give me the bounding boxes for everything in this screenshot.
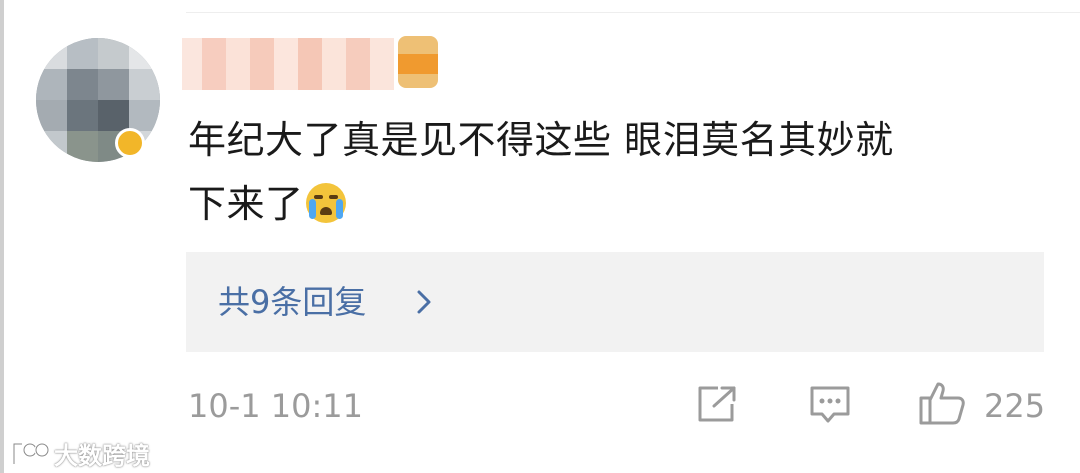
- avatar-mosaic-tile: [36, 38, 67, 69]
- comment-text-line-1: 年纪大了真是见不得这些 眼泪莫名其妙就: [188, 118, 894, 162]
- comment-text-line-2-text: 下来了: [188, 182, 304, 226]
- emoji-eye: [328, 195, 338, 199]
- username-mosaic: [298, 38, 322, 90]
- view-replies-button[interactable]: 共9条回复: [186, 252, 1044, 352]
- avatar-mosaic-tile: [67, 131, 98, 162]
- share-icon[interactable]: [694, 384, 738, 424]
- avatar-mosaic-tile: [98, 38, 129, 69]
- emoji-mouth: [319, 207, 332, 215]
- avatar-mosaic-tile: [129, 100, 160, 131]
- comment-timestamp: 10-1 10:11: [188, 387, 364, 425]
- avatar-mosaic-tile: [98, 69, 129, 100]
- username-mosaic: [274, 38, 298, 90]
- crying-face-emoji-icon: [305, 183, 346, 223]
- emoji-eye: [313, 195, 323, 199]
- watermark-text: 大数跨境: [54, 441, 150, 470]
- emoji-tear: [308, 199, 316, 219]
- avatar-mosaic-tile: [67, 38, 98, 69]
- watermark: 大数跨境: [10, 436, 150, 470]
- thumbs-up-icon[interactable]: [918, 380, 966, 426]
- emoji-tear: [335, 199, 343, 219]
- username-mosaic: [202, 38, 226, 90]
- avatar-mosaic-tile: [36, 100, 67, 131]
- username-mosaic: [322, 38, 346, 90]
- avatar-mosaic-tile: [98, 100, 129, 131]
- comment-text: 年纪大了真是见不得这些 眼泪莫名其妙就 下来了: [188, 108, 1038, 236]
- comment-icon[interactable]: [808, 384, 852, 424]
- chevron-right-icon: [417, 290, 431, 314]
- avatar-mosaic-tile: [129, 69, 160, 100]
- top-divider: [186, 12, 1080, 13]
- avatar-mosaic-tile: [129, 38, 160, 69]
- like-count: 225: [984, 387, 1046, 425]
- username-mosaic: [346, 38, 370, 90]
- watermark-logo-icon: [12, 442, 50, 466]
- user-level-badge-icon: [398, 36, 438, 88]
- avatar-mosaic-tile: [67, 69, 98, 100]
- username-mosaic: [370, 38, 394, 90]
- user-level-badge-fill: [398, 54, 438, 74]
- username-mosaic: [250, 38, 274, 90]
- avatar-mosaic-tile: [36, 69, 67, 100]
- view-replies-label: 共9条回复: [218, 283, 367, 321]
- comment-text-line-2: 下来了: [188, 172, 1038, 236]
- username-mosaic: [226, 38, 250, 90]
- avatar-mosaic-tile: [36, 131, 67, 162]
- verified-badge-icon: [115, 128, 145, 158]
- left-edge-border: [0, 0, 4, 473]
- avatar-mosaic-tile: [67, 100, 98, 131]
